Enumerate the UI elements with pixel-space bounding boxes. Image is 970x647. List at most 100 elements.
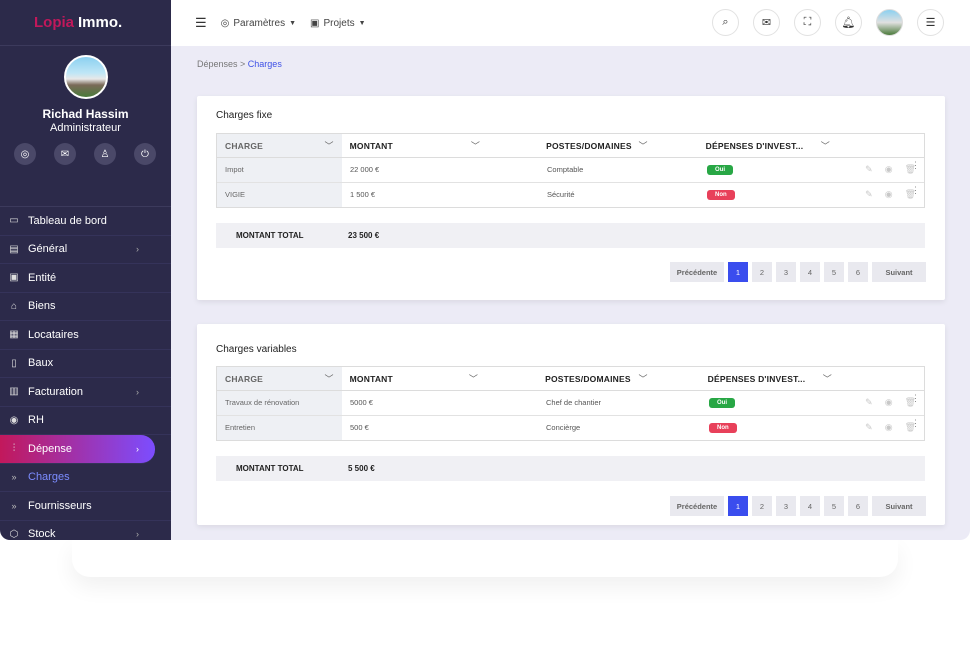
total-value: 5 500 € [348,464,375,473]
fullscreen-icon[interactable]: ⛶ [794,9,821,36]
col-charge[interactable]: CHARGE ﹀ [217,134,342,157]
col-label: DÉPENSES D'INVEST... [705,140,804,151]
page-button[interactable]: 1 [728,496,748,516]
col-postes[interactable]: POSTES/DOMAINES ﹀ [540,134,700,157]
col-postes[interactable]: POSTES/DOMAINES ﹀ [540,367,702,390]
next-button[interactable]: Suivant [872,496,926,516]
cell-montant: 5000 € [350,398,373,408]
page-button[interactable]: 5 [824,496,844,516]
chevron-right-icon: › [136,386,139,397]
kebab-icon[interactable]: ⋮ [911,160,920,171]
sidebar-item-tableau-de-bord[interactable]: ▭ Tableau de bord [0,207,171,236]
breadcrumb-parent[interactable]: Dépenses [197,59,238,69]
sidebar-item-baux[interactable]: ▯ Baux [0,350,171,378]
user-icon[interactable]: ♙ [94,143,116,165]
app-window: Lopia Immo. Richad Hassim Administrateur… [0,0,970,540]
cell-poste: Concièrge [546,423,581,433]
next-button[interactable]: Suivant [872,262,926,282]
edit-icon[interactable]: ✎ [865,397,873,408]
page-button[interactable]: 3 [776,496,796,516]
page-button[interactable]: 4 [800,496,820,516]
prev-button[interactable]: Précédente [670,496,724,516]
settings-icon[interactable]: ◎ [14,143,36,165]
sidebar-item-label: Entité [28,271,57,284]
sidebar-item-rh[interactable]: ◉ RH [0,407,171,435]
kebab-icon[interactable]: ⋮ [911,185,920,196]
col-charge[interactable]: CHARGE ﹀ [217,367,342,390]
total-bar: MONTANT TOTAL 23 500 € [216,223,925,248]
col-label: MONTANT [349,373,393,384]
cell-charge: VIGIE [217,182,342,207]
mail-icon[interactable]: ✉ [753,9,780,36]
sidebar-item-stock[interactable]: ⬡ Stock › [0,521,171,540]
prev-button[interactable]: Précédente [670,262,724,282]
row-actions: ✎ ◉ 🗑︎ [865,183,916,208]
page-button[interactable]: 6 [848,262,868,282]
table-header: CHARGE ﹀ MONTANT ﹀ POSTES/DOMAINES ﹀ DÉPENS… [217,367,924,391]
table-row: Impot 22 000 € Comptable Oui ✎ ◉ 🗑︎ ⋮ [217,158,924,183]
page-button[interactable]: 6 [848,496,868,516]
page-button[interactable]: 2 [752,262,772,282]
caret-down-icon: ▼ [289,19,297,27]
cell-charge: Entretien [217,415,342,440]
sidebar-subitem-charges[interactable]: » Charges [0,464,171,492]
edit-icon[interactable]: ✎ [865,189,873,200]
cell-montant: 1 500 € [350,190,376,200]
edit-icon[interactable]: ✎ [865,164,873,175]
chevron-down-icon: ﹀ [638,141,648,151]
power-icon[interactable]: ⏻ [134,143,156,165]
total-bar: MONTANT TOTAL 5 500 € [216,456,925,481]
avatar[interactable] [876,9,903,36]
logo-part2: Immo. [78,14,123,31]
charges-variables-card: Charges variables CHARGE ﹀ MONTANT ﹀ POSTE… [197,324,945,525]
table-header: CHARGE ﹀ MONTANT ﹀ POSTES/DOMAINES ﹀ DÉPENS… [217,134,924,158]
chevron-down-icon: ﹀ [324,141,334,151]
row-actions: ✎ ◉ 🗑︎ [865,391,916,415]
sidebar-item-facturation[interactable]: ▥ Facturation › [0,378,171,407]
parametres-menu[interactable]: ◎ Paramètres ▼ [221,18,296,29]
mail-icon[interactable]: ✉ [54,143,76,165]
page-button[interactable]: 5 [824,262,844,282]
chevron-right-icon: › [136,529,139,540]
search-icon[interactable]: ⌕ [712,9,739,36]
bell-icon[interactable]: 🔔︎ [835,9,862,36]
kebab-icon[interactable]: ⋮ [911,418,920,429]
sidebar-item-general[interactable]: ▤ Général › [0,236,171,264]
projets-menu[interactable]: ▣ Projets ▼ [310,18,366,29]
page-button[interactable]: 2 [752,496,772,516]
sidebar-item-label: Dépense [28,442,73,455]
eye-icon[interactable]: ◉ [885,164,893,175]
card-title: Charges fixe [216,110,273,121]
col-montant[interactable]: MONTANT ﹀ [342,367,540,390]
menu-icon[interactable]: ☰ [917,9,944,36]
sidebar-item-entite[interactable]: ▣ Entité [0,264,171,293]
menu-toggle-icon[interactable]: ☰ [195,15,207,31]
col-depenses[interactable]: DÉPENSES D'INVEST... ﹀ [702,367,924,390]
page-button[interactable]: 1 [728,262,748,282]
page-button[interactable]: 4 [800,262,820,282]
eye-icon[interactable]: ◉ [885,189,893,200]
user-role: Administrateur [50,122,121,134]
col-montant[interactable]: MONTANT ﹀ [342,134,540,157]
chevron-down-icon: ﹀ [820,141,830,151]
user-name: Richad Hassim [42,107,129,121]
edit-icon[interactable]: ✎ [865,422,873,433]
col-label: DÉPENSES D'INVEST... [707,373,806,384]
kebab-icon[interactable]: ⋮ [911,393,920,404]
table-row: VIGIE 1 500 € Sécurité Non ✎ ◉ 🗑︎ ⋮ [217,182,924,208]
logo[interactable]: Lopia Immo. [0,0,171,46]
eye-icon[interactable]: ◉ [885,422,893,433]
sidebar-item-locataires[interactable]: ▦ Locataires [0,321,171,350]
sidebar-subitem-fournisseurs[interactable]: » Fournisseurs [0,492,171,521]
sidebar-item-label: Tableau de bord [28,214,107,227]
col-depenses[interactable]: DÉPENSES D'INVEST... ﹀ [700,134,924,157]
sidebar-item-label: Charges [28,471,70,484]
page-button[interactable]: 3 [776,262,796,282]
eye-icon[interactable]: ◉ [885,397,893,408]
profile-avatar[interactable] [64,55,108,99]
col-label: POSTES/DOMAINES [545,373,631,384]
sidebar-item-depense[interactable]: ⫶ Dépense › [0,435,155,464]
sidebar-item-biens[interactable]: ⌂ Biens [0,293,171,321]
bullet-icon: » [11,472,17,483]
col-label: MONTANT [349,140,393,151]
